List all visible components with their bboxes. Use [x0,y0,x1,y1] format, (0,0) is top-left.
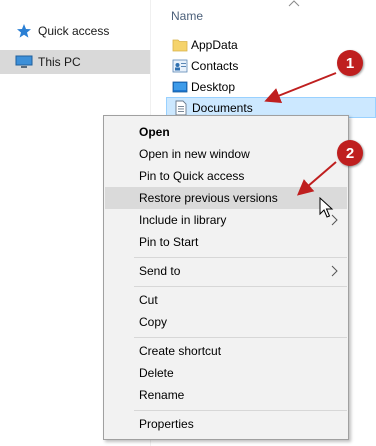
menu-item-delete[interactable]: Delete [105,362,347,384]
desktop-folder-icon [172,81,188,93]
contacts-folder-icon [172,59,188,73]
nav-label: This PC [38,55,81,69]
menu-item-label: Rename [139,388,185,402]
annotation-badge-2: 2 [337,140,363,166]
menu-separator [134,410,347,411]
file-item-desktop[interactable]: Desktop [166,77,376,97]
menu-item-label: Delete [139,366,174,380]
annotation-badge-1: 1 [337,50,363,76]
menu-item-pin-to-quick-access[interactable]: Pin to Quick access [105,165,347,187]
column-header-name[interactable]: Name [171,9,203,23]
menu-item-label: Include in library [139,213,227,227]
menu-item-pin-to-start[interactable]: Pin to Start [105,231,347,253]
menu-item-restore-previous-versions[interactable]: Restore previous versions [105,187,347,209]
menu-item-cut[interactable]: Cut [105,289,347,311]
menu-item-open-in-new-window[interactable]: Open in new window [105,143,347,165]
sort-chevron-icon[interactable] [288,0,300,8]
menu-separator [134,257,347,258]
menu-item-copy[interactable]: Copy [105,311,347,333]
menu-item-send-to[interactable]: Send to [105,260,347,282]
menu-item-properties[interactable]: Properties [105,413,347,435]
context-menu: Open Open in new window Pin to Quick acc… [103,115,349,440]
mouse-cursor-icon [319,197,334,218]
menu-item-label: Cut [139,293,158,307]
monitor-icon [15,54,33,70]
menu-item-label: Properties [139,417,194,431]
chevron-right-icon [331,265,338,277]
menu-item-rename[interactable]: Rename [105,384,347,406]
folder-icon [172,39,188,52]
menu-item-label: Pin to Quick access [139,169,245,183]
menu-item-label: Copy [139,315,168,329]
nav-label: Quick access [38,24,110,38]
file-name: Contacts [191,59,239,73]
menu-item-label: Open in new window [139,147,250,161]
menu-item-create-shortcut[interactable]: Create shortcut [105,340,347,362]
menu-item-open[interactable]: Open [105,121,347,143]
menu-item-label: Open [139,125,170,139]
menu-item-include-in-library[interactable]: Include in library [105,209,347,231]
menu-item-label: Send to [139,264,181,278]
documents-folder-icon [175,100,187,116]
file-name: AppData [191,38,238,52]
file-name: Desktop [191,80,236,94]
nav-item-quick-access[interactable]: Quick access [0,19,150,43]
nav-item-this-pc[interactable]: This PC [0,50,150,74]
star-icon [15,23,33,39]
menu-separator [134,337,347,338]
menu-item-label: Pin to Start [139,235,199,249]
file-name: Documents [192,100,253,115]
menu-separator [134,286,347,287]
menu-item-label: Create shortcut [139,344,222,358]
menu-item-label: Restore previous versions [139,191,278,205]
